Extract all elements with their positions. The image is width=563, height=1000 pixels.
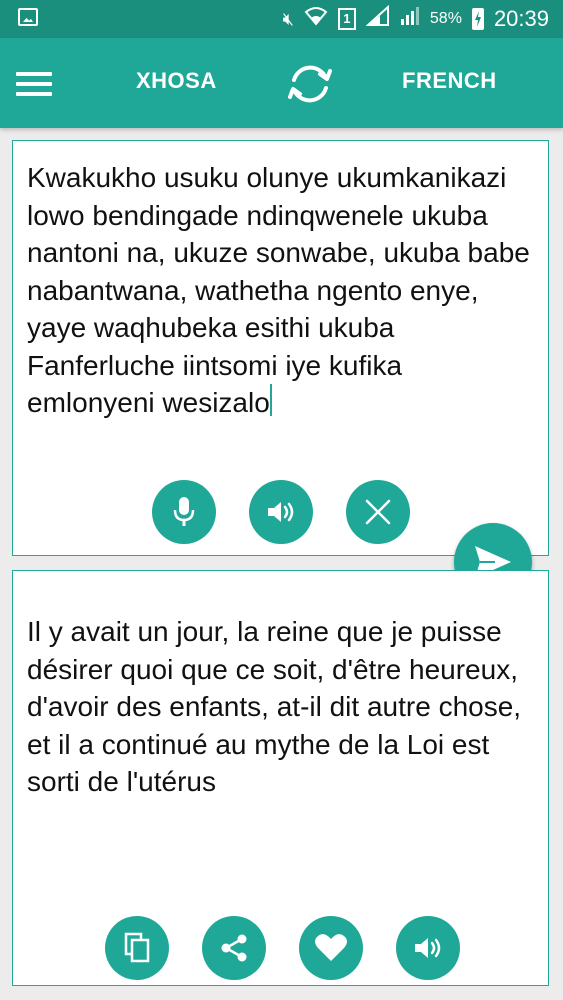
app-bar: XHOSA FRENCH <box>0 38 563 128</box>
close-icon <box>365 499 391 525</box>
source-language-button[interactable]: XHOSA <box>136 68 217 94</box>
share-button[interactable] <box>202 916 266 980</box>
target-language-button[interactable]: FRENCH <box>402 68 497 94</box>
status-bar: 🔇︎ 1 58% 20:39 <box>0 0 563 38</box>
signal-2-icon <box>400 5 420 33</box>
output-speaker-button[interactable] <box>396 916 460 980</box>
input-text: Kwakukho usuku olunye ukumkanikazi lowo … <box>27 162 530 418</box>
microphone-icon <box>173 497 195 526</box>
heart-icon <box>315 934 347 961</box>
copy-icon <box>124 932 150 963</box>
mute-icon: 🔇︎ <box>282 8 294 29</box>
speaker-button[interactable] <box>249 480 313 544</box>
gallery-notification-icon <box>18 8 38 26</box>
battery-percent: 58% <box>429 10 462 27</box>
clock: 20:39 <box>493 6 549 31</box>
speaker-icon <box>415 938 441 958</box>
hamburger-icon[interactable] <box>16 72 52 96</box>
battery-charging-icon <box>471 8 484 30</box>
swap-icon[interactable] <box>282 56 338 112</box>
output-card: Il y avait un jour, la reine que je puis… <box>12 570 549 986</box>
output-text[interactable]: Il y avait un jour, la reine que je puis… <box>27 613 534 801</box>
signal-icon <box>365 4 390 33</box>
speaker-icon <box>268 502 294 522</box>
clear-button[interactable] <box>346 480 410 544</box>
input-card: Kwakukho usuku olunye ukumkanikazi lowo … <box>12 140 549 556</box>
text-cursor <box>269 384 272 416</box>
favorite-button[interactable] <box>299 916 363 980</box>
microphone-button[interactable] <box>152 480 216 544</box>
sim-slot-icon: 1 <box>337 8 356 30</box>
wifi-icon <box>304 6 328 32</box>
share-icon <box>221 934 247 962</box>
input-text-area[interactable]: Kwakukho usuku olunye ukumkanikazi lowo … <box>27 159 534 422</box>
copy-button[interactable] <box>105 916 169 980</box>
